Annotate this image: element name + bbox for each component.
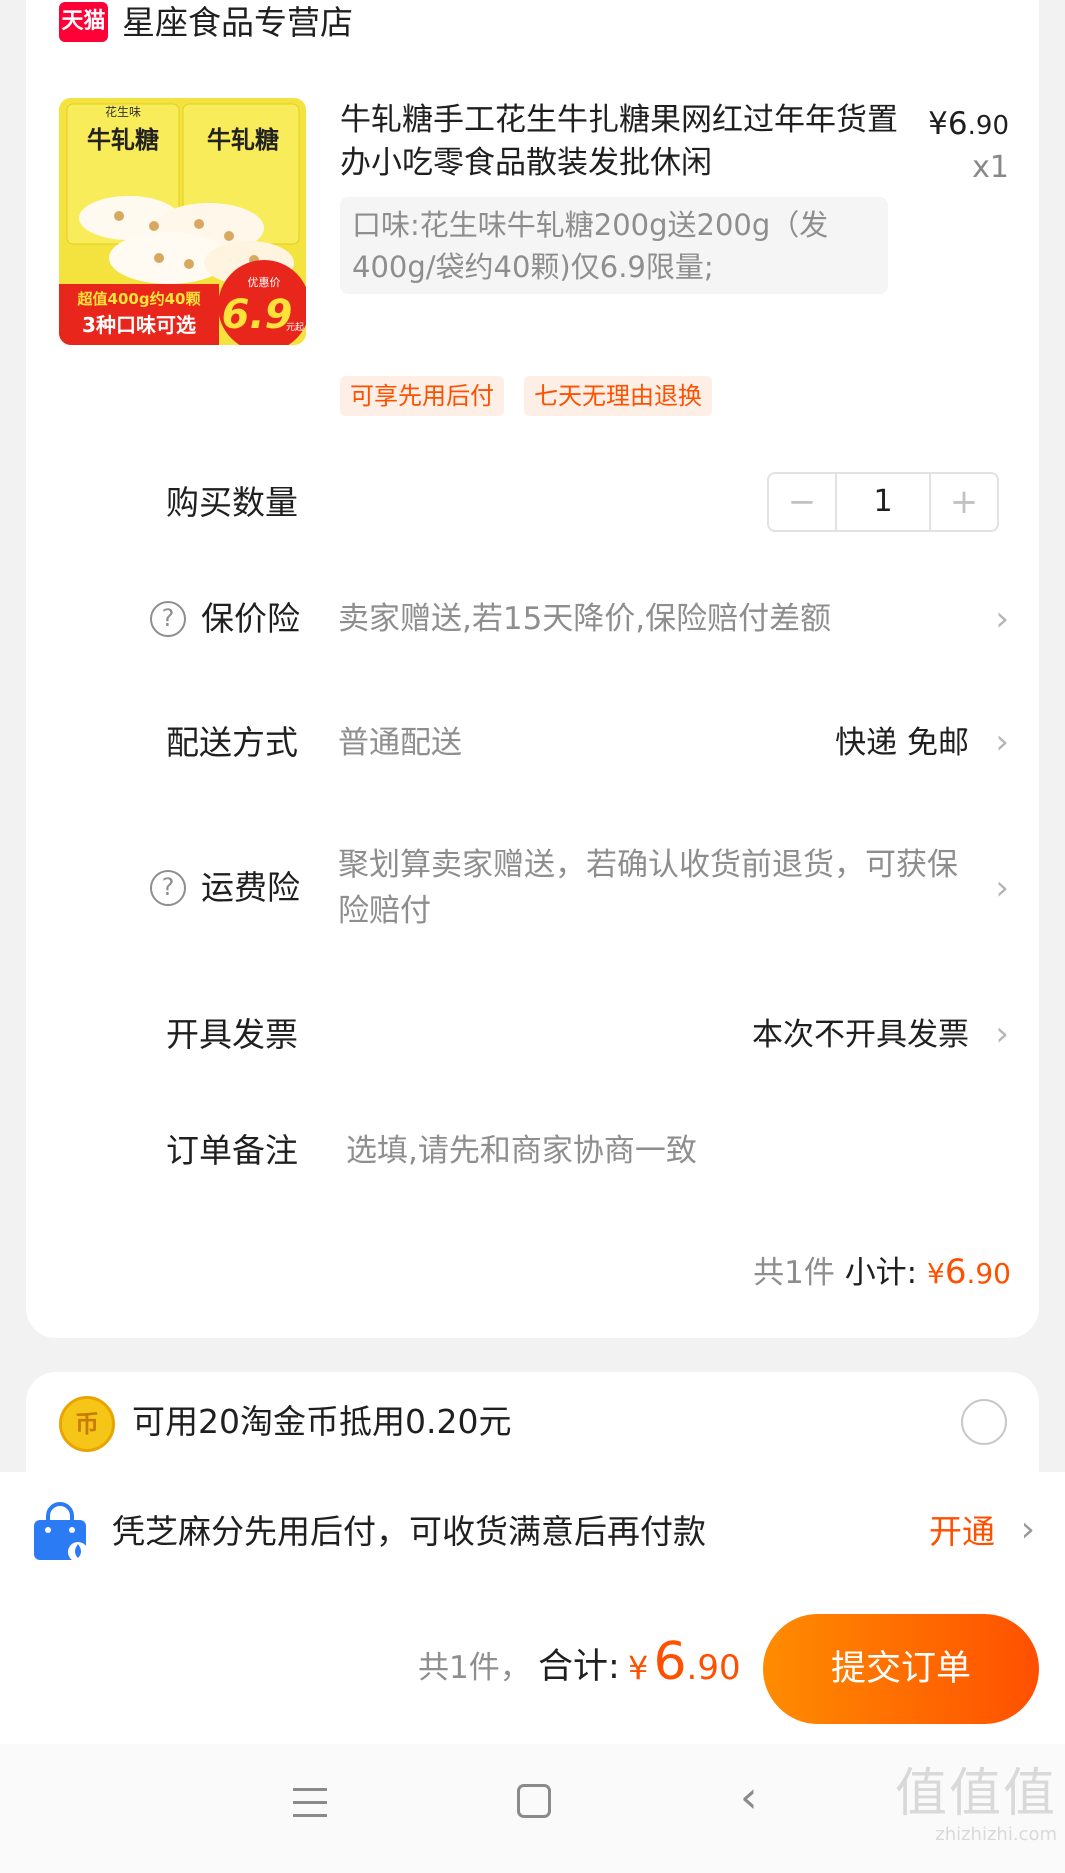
- product-spec[interactable]: 口味:花生味牛轧糖200g送200g（发400g/袋约40颗)仅6.9限量;: [340, 197, 888, 294]
- img-text-name-1: 牛轧糖: [87, 126, 159, 154]
- invoice-label: 开具发票: [166, 1015, 298, 1054]
- credit-bar[interactable]: 凭芝麻分先用后付，可收货满意后再付款 开通 ›: [0, 1472, 1065, 1594]
- shopping-bag-icon: [28, 1500, 92, 1564]
- total-price-int: 6: [653, 1632, 687, 1692]
- product-price-int: 6: [947, 106, 968, 142]
- subtotal-cents: .90: [966, 1257, 1011, 1290]
- price-protect-chevron-icon[interactable]: ›: [995, 597, 1009, 641]
- total-price-cents: .90: [686, 1648, 741, 1688]
- back-icon[interactable]: ‹: [740, 1776, 758, 1820]
- coins-text: 可用20淘金币抵用0.20元: [132, 1402, 512, 1441]
- tmall-badge-icon: 天猫: [59, 2, 108, 42]
- quantity-stepper[interactable]: − 1 +: [767, 472, 999, 532]
- product-price: ¥6.90: [928, 106, 1009, 142]
- delivery-label: 配送方式: [166, 723, 298, 762]
- total-price: ¥ 6.90: [628, 1630, 741, 1706]
- product-image-art: 花生味 牛轧糖 牛轧糖 超值400g约40颗 3种口味可选 优惠价 6.9 元起: [59, 98, 306, 345]
- img-text-price-unit: 元起: [286, 322, 304, 333]
- store-name[interactable]: 星座食品专营店: [122, 2, 353, 44]
- watermark: 值值值 zhizhizhi.com: [895, 1764, 1057, 1846]
- shipping-insurance-help-icon[interactable]: ?: [150, 870, 186, 906]
- quantity-label: 购买数量: [166, 483, 298, 522]
- price-protect-value[interactable]: 卖家赠送,若15天降价,保险赔付差额: [338, 596, 831, 642]
- product-quantity: x1: [972, 150, 1009, 185]
- shipping-insurance-chevron-icon[interactable]: ›: [995, 866, 1009, 910]
- gold-coin-icon: 币: [59, 1396, 115, 1452]
- subtotal-label: 小计:: [844, 1255, 918, 1291]
- product-title[interactable]: 牛轧糖手工花生牛扎糖果网红过年年货置办小吃零食品散装发批休闲: [340, 99, 900, 185]
- quantity-value[interactable]: 1: [835, 474, 931, 530]
- img-text-price: 6.9: [222, 292, 293, 338]
- system-nav-bar: ‹ 值值值 zhizhizhi.com: [0, 1744, 1065, 1873]
- subtotal-count: 共1件: [753, 1255, 835, 1291]
- img-text-price-label: 优惠价: [248, 275, 281, 289]
- order-note-label: 订单备注: [166, 1131, 298, 1170]
- img-text-name-2: 牛轧糖: [207, 126, 279, 154]
- product-image[interactable]: 花生味 牛轧糖 牛轧糖 超值400g约40颗 3种口味可选 优惠价 6.9 元起: [59, 98, 306, 345]
- coins-radio[interactable]: [961, 1399, 1007, 1445]
- tag-seven-day-return: 七天无理由退换: [524, 376, 712, 416]
- product-price-yen: ¥: [928, 106, 948, 142]
- tag-pay-later: 可享先用后付: [340, 376, 504, 416]
- shipping-insurance-label: 运费险: [201, 868, 300, 907]
- price-protect-label: 保价险: [201, 599, 300, 638]
- watermark-sub: zhizhizhi.com: [935, 1824, 1057, 1845]
- home-icon[interactable]: [517, 1784, 551, 1818]
- submit-order-button[interactable]: 提交订单: [763, 1614, 1039, 1724]
- order-card: 天猫 星座食品专营店 花生味 牛轧糖 牛轧糖 超值400g约40颗 3种口味可选…: [26, 0, 1039, 1338]
- subtotal-int: 6: [944, 1252, 967, 1292]
- subtotal-yen: ¥: [927, 1257, 945, 1290]
- quantity-minus-button[interactable]: −: [769, 474, 835, 530]
- img-text-flavor: 花生味: [105, 104, 141, 119]
- invoice-value[interactable]: 本次不开具发票: [752, 1013, 969, 1057]
- credit-text: 凭芝麻分先用后付，可收货满意后再付款: [112, 1512, 706, 1551]
- delivery-value: 普通配送: [338, 725, 462, 761]
- coins-card: 币 可用20淘金币抵用0.20元: [26, 1372, 1039, 1472]
- watermark-main: 值值值: [894, 1764, 1057, 1824]
- product-price-cents: .90: [967, 111, 1009, 141]
- invoice-chevron-icon[interactable]: ›: [995, 1012, 1009, 1056]
- checkout-bar: 共1件， 合计: ¥ 6.90 提交订单: [0, 1594, 1065, 1744]
- order-note-input[interactable]: 选填,请先和商家协商一致: [346, 1128, 697, 1174]
- price-protect-help-icon[interactable]: ?: [150, 601, 186, 637]
- credit-chevron-icon[interactable]: ›: [1021, 1508, 1035, 1552]
- img-text-promo-2: 3种口味可选: [82, 313, 196, 337]
- img-text-promo-1: 超值400g约40颗: [77, 290, 201, 308]
- shipping-insurance-value[interactable]: 聚划算卖家赠送，若确认收货前退货，可获保险赔付: [338, 842, 978, 934]
- shopping-bag-icon-svg: [34, 1502, 88, 1562]
- credit-open-button[interactable]: 开通: [929, 1510, 995, 1554]
- total-price-yen: ¥: [628, 1649, 649, 1687]
- delivery-chevron-icon[interactable]: ›: [995, 720, 1009, 764]
- total-label: 合计:: [538, 1647, 620, 1687]
- delivery-method[interactable]: 快递 免邮: [835, 721, 969, 765]
- total-count: 共1件，: [418, 1650, 531, 1686]
- quantity-plus-button[interactable]: +: [931, 474, 997, 530]
- subtotal: 共1件 小计: ¥6.90: [753, 1250, 1011, 1296]
- menu-icon[interactable]: [293, 1788, 327, 1818]
